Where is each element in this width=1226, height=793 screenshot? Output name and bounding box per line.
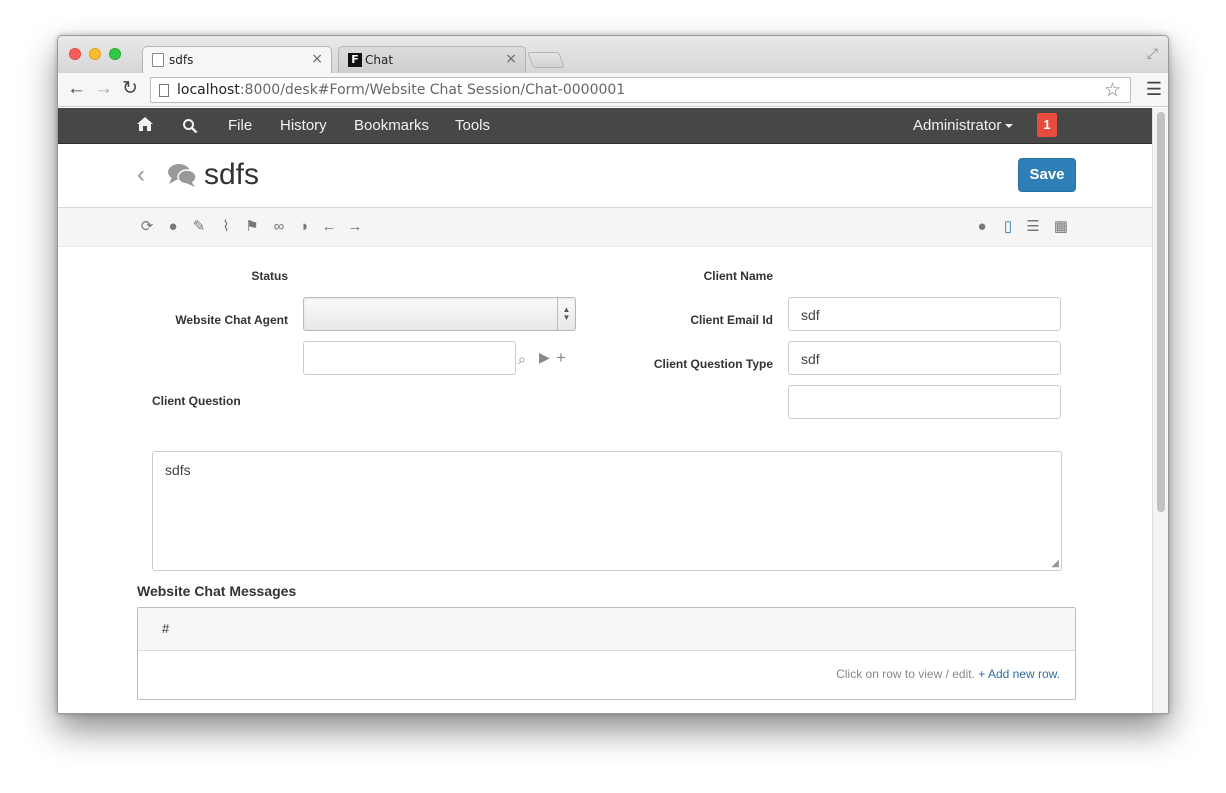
tab-chat[interactable]: F Chat × — [338, 46, 526, 73]
nav-tools[interactable]: Tools — [455, 117, 490, 134]
resize-grip-icon[interactable]: ◢ — [1051, 558, 1059, 569]
fullscreen-icon[interactable]: ⤢ — [1147, 45, 1158, 62]
document-icon — [152, 53, 164, 67]
comment-icon[interactable]: ✎ — [191, 219, 207, 235]
grid-header: # — [138, 608, 1075, 651]
nav-bookmarks[interactable]: Bookmarks — [354, 117, 429, 134]
url-host: localhost — [177, 82, 240, 98]
bookmark-star-icon[interactable]: ☆ — [1104, 79, 1121, 101]
new-tab-button[interactable] — [527, 52, 565, 68]
agent-label: Website Chat Agent — [175, 313, 288, 327]
client-name-input[interactable]: sdf — [788, 297, 1061, 331]
question-type-label: Client Question Type — [653, 357, 773, 371]
form-toolbar: ⟳ ● ✎ ⌇ ⚑ ∞ ◗ ← → ● ▯ ☰ ▦ — [58, 208, 1154, 247]
user-name: Administrator — [913, 117, 1002, 134]
grid-footer: Click on row to view / edit. + Add new r… — [836, 667, 1060, 681]
top-navbar: File History Bookmarks Tools Administrat… — [58, 108, 1154, 144]
grid-view-icon[interactable]: ▦ — [1053, 219, 1069, 235]
form-view-icon[interactable]: ▯ — [1000, 219, 1016, 235]
client-name-value: sdf — [801, 307, 820, 323]
comments-view-icon[interactable]: ● — [974, 219, 990, 235]
comments-icon — [168, 164, 197, 187]
open-link-icon[interactable]: ▶ — [539, 349, 550, 366]
previous-arrow-icon[interactable]: ← — [321, 219, 337, 235]
nav-file[interactable]: File — [228, 117, 252, 134]
page-icon — [159, 84, 169, 97]
link-icon[interactable]: ∞ — [271, 219, 287, 235]
tab-sdfs[interactable]: sdfs × — [142, 46, 332, 73]
tab-close-icon[interactable]: × — [505, 51, 517, 67]
browser-toolbar: ← → ↻ localhost:8000/desk#Form/Website C… — [58, 73, 1168, 107]
search-icon[interactable] — [182, 118, 198, 134]
add-new-row-link[interactable]: + Add new row. — [978, 667, 1060, 681]
forward-arrow-icon[interactable]: → — [94, 79, 113, 99]
reload-icon[interactable]: ↻ — [122, 79, 138, 99]
nav-history[interactable]: History — [280, 117, 327, 134]
home-icon[interactable] — [137, 117, 153, 131]
grid-footer-text: Click on row to view / edit. — [836, 667, 975, 681]
list-view-icon[interactable]: ☰ — [1025, 219, 1041, 235]
back-arrow-icon[interactable]: ← — [67, 79, 86, 99]
scrollbar[interactable] — [1152, 108, 1168, 713]
url-path: :8000/desk#Form/Website Chat Session/Cha… — [239, 82, 626, 98]
shield-icon[interactable]: ◗ — [297, 219, 313, 235]
status-select[interactable]: ▲ ▼ — [303, 297, 576, 331]
minimize-window-button[interactable] — [89, 48, 101, 60]
tab-close-icon[interactable]: × — [311, 51, 323, 67]
close-window-button[interactable] — [69, 48, 81, 60]
user-icon[interactable]: ● — [165, 219, 181, 235]
next-arrow-icon[interactable]: → — [347, 219, 363, 235]
client-question-textarea[interactable]: sdfs ◢ — [152, 451, 1062, 571]
status-label: Status — [251, 269, 288, 283]
zoom-window-button[interactable] — [109, 48, 121, 60]
browser-menu-icon[interactable]: ☰ — [1146, 79, 1162, 100]
messages-grid: # Click on row to view / edit. + Add new… — [137, 607, 1076, 700]
back-chevron-icon[interactable]: ‹ — [137, 161, 145, 189]
section-title: Website Chat Messages — [137, 583, 297, 599]
refresh-icon[interactable]: ⟳ — [139, 219, 155, 235]
page-title: sdfs — [204, 158, 260, 191]
app-content: File History Bookmarks Tools Administrat… — [58, 108, 1154, 713]
frappe-favicon-icon: F — [348, 53, 362, 67]
client-name-label: Client Name — [703, 269, 773, 283]
client-email-value: sdf — [801, 351, 820, 367]
client-email-input[interactable]: sdf — [788, 341, 1061, 375]
agent-input[interactable] — [303, 341, 516, 375]
question-type-input[interactable] — [788, 385, 1061, 419]
address-bar[interactable]: localhost:8000/desk#Form/Website Chat Se… — [150, 77, 1131, 103]
browser-window: sdfs × F Chat × ⤢ ← → ↻ localhost:8000/d… — [57, 35, 1169, 714]
tab-bar: sdfs × F Chat × ⤢ — [58, 36, 1168, 73]
add-link-icon[interactable]: + — [556, 348, 566, 368]
tab-label: Chat — [365, 53, 394, 67]
client-question-value: sdfs — [165, 462, 191, 478]
attachment-icon[interactable]: ⌇ — [218, 219, 234, 235]
scrollbar-thumb[interactable] — [1157, 112, 1165, 512]
caret-down-icon — [1005, 124, 1014, 129]
notification-badge[interactable]: 1 — [1037, 113, 1057, 137]
tab-label: sdfs — [169, 53, 194, 67]
save-button[interactable]: Save — [1018, 158, 1076, 192]
search-link-icon[interactable]: ⌕ — [518, 351, 526, 368]
select-arrows-icon: ▲ ▼ — [557, 298, 575, 330]
grid-column-hash: # — [162, 621, 170, 636]
client-question-label: Client Question — [152, 394, 241, 408]
client-email-label: Client Email Id — [690, 313, 773, 327]
page-header: ‹ sdfs Save — [58, 144, 1154, 208]
flag-icon[interactable]: ⚑ — [244, 219, 260, 235]
user-menu[interactable]: Administrator — [913, 117, 1014, 134]
